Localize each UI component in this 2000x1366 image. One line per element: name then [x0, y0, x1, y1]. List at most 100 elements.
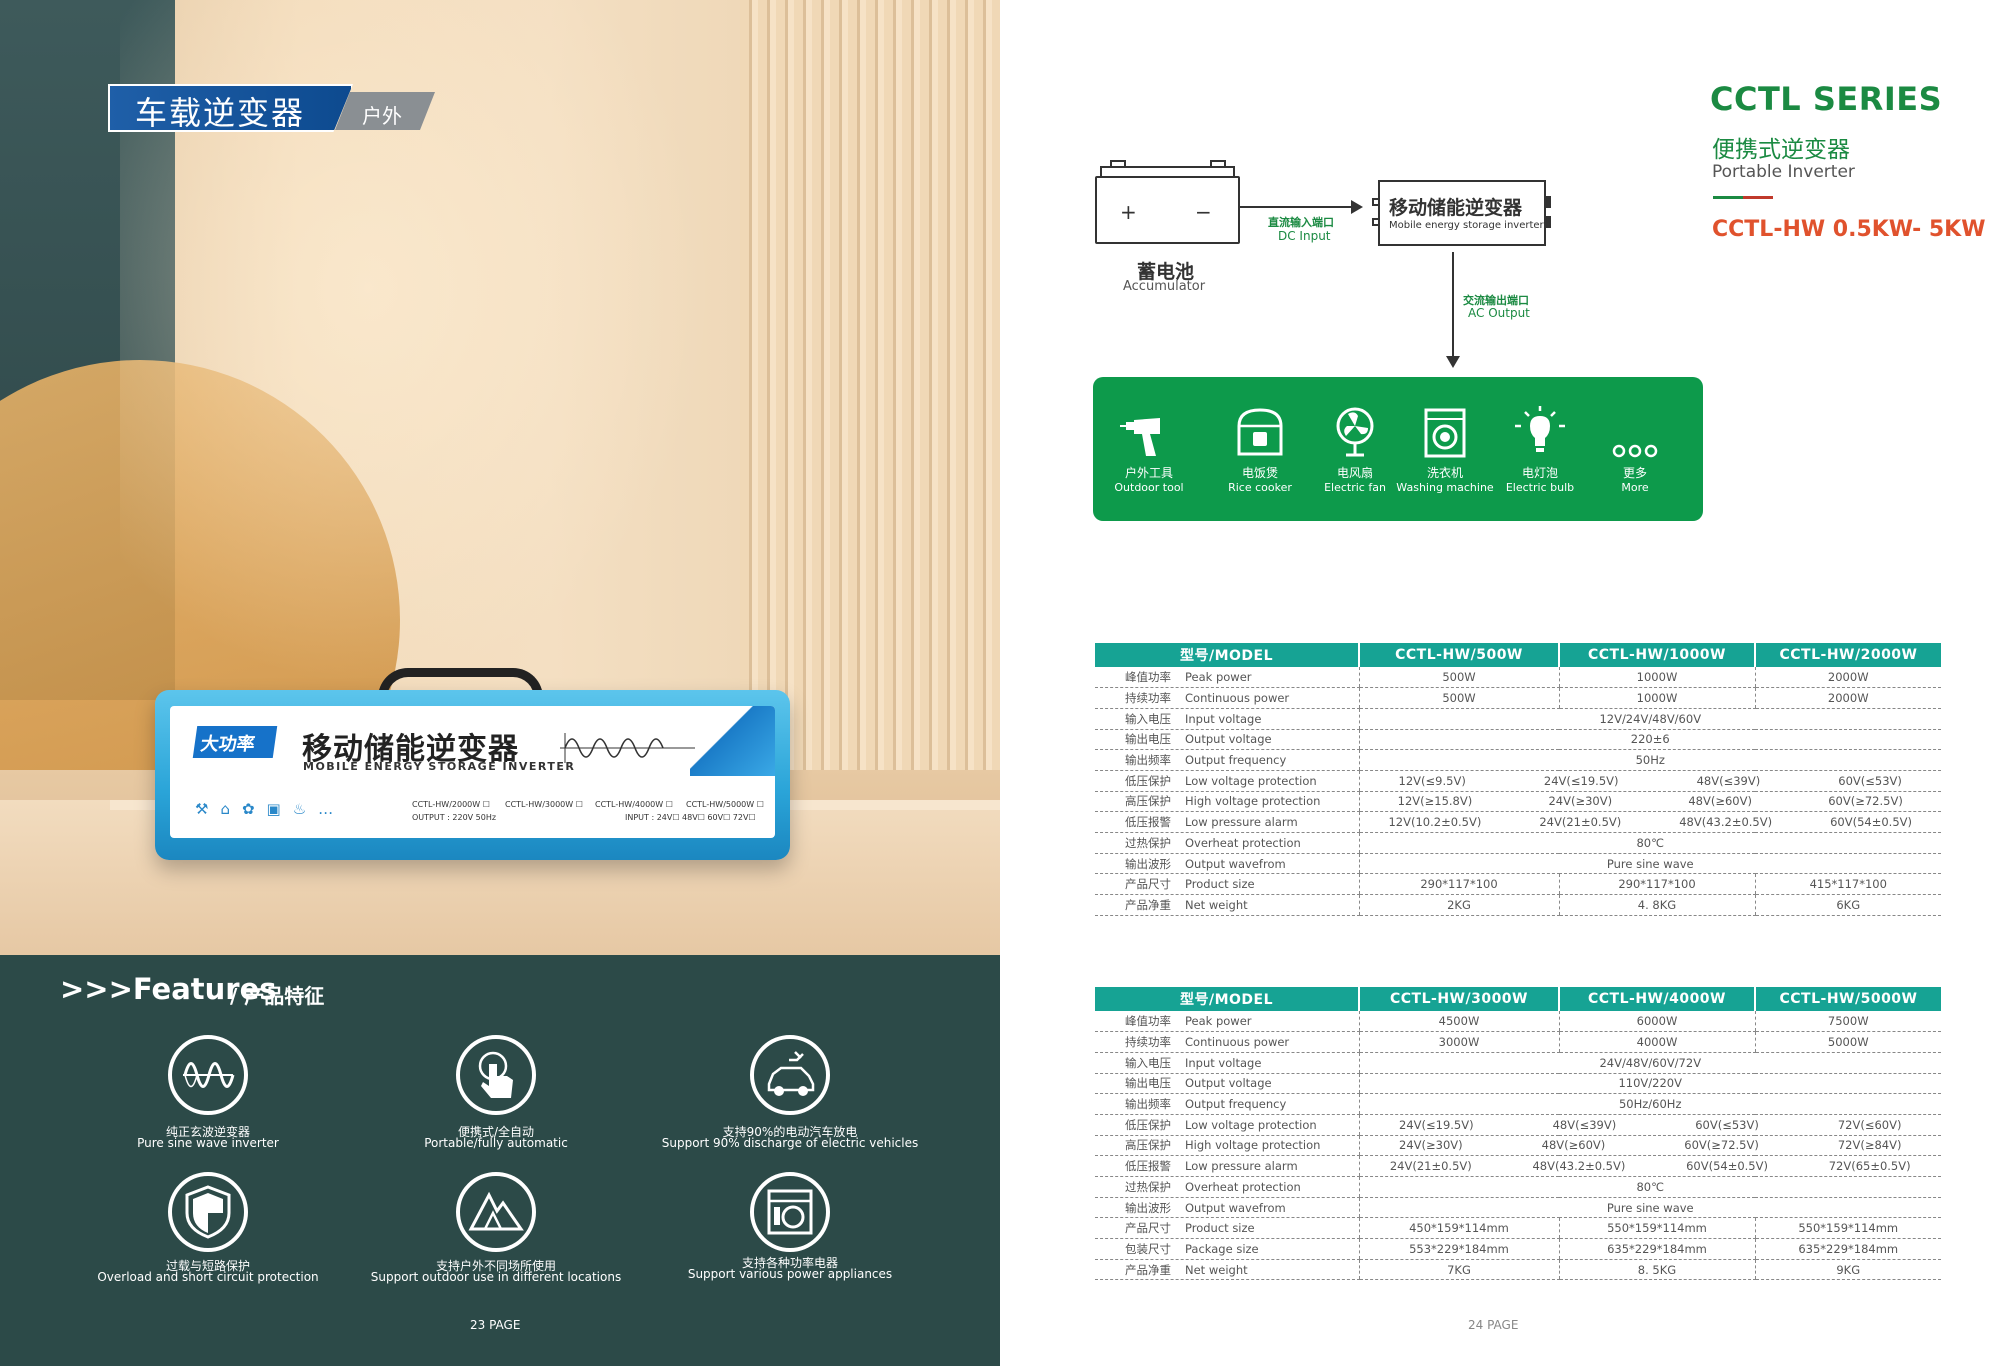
model-range: CCTL-HW 0.5KW- 5KW: [1712, 217, 1986, 242]
battery-icon: [1095, 176, 1240, 244]
table-cell: 24V(≥30V) 48V(≥60V) 60V(≥72.5V) 72V(≥84V): [1358, 1135, 1941, 1157]
product-model-4000: CCTL-HW/4000W ☐: [595, 800, 673, 809]
table-row: 低压报警 Low pressure alarm 12V(10.2±0.5V) 24V(…: [1095, 811, 1941, 833]
cell-value: 24V(≤19.5V): [1399, 1117, 1474, 1132]
feature-1-en: Pure sine wave inverter: [137, 1136, 279, 1150]
header-3000w: CCTL-HW/3000W: [1359, 987, 1560, 1011]
table-cell: 5000W: [1754, 1031, 1941, 1053]
washing-machine-icon: [1424, 408, 1466, 458]
table-cell: 290*117*100: [1358, 873, 1559, 896]
table-cell: 450*159*114mm: [1358, 1217, 1559, 1240]
row-label-en: High voltage protection: [1185, 1138, 1321, 1153]
cell-value: 72V(≤60V): [1837, 1117, 1902, 1132]
inverter-label-cn: 移动储能逆变器: [1389, 197, 1523, 219]
table-cell: 50Hz: [1358, 749, 1941, 771]
cell-value: 24V(≤19.5V): [1543, 773, 1619, 788]
table-row: 高压保护 High voltage protection 12V(≥15.8V) 24…: [1095, 791, 1941, 813]
battery-plus: +: [1120, 200, 1137, 224]
table-cell: 500W: [1358, 667, 1559, 689]
app-washing-machine-en: Washing machine: [1396, 481, 1494, 494]
table-cell: 12V(≥15.8V) 24V(≥30V) 48V(≥60V) 60V(≥72.5V): [1358, 791, 1941, 813]
row-label-cn: 产品净重: [1125, 1262, 1171, 1277]
mountain-icon: [456, 1172, 536, 1252]
header-model: 型号/MODEL: [1095, 987, 1360, 1011]
table-row: 高压保护 High voltage protection 24V(≥30V) 48V(…: [1095, 1135, 1941, 1157]
appliance-icon: [750, 1172, 830, 1252]
table-header: 型号/MODEL CCTL-HW/500W CCTL-HW/1000W CCTL…: [1095, 643, 1941, 667]
row-label-cn: 低压保护: [1125, 773, 1171, 788]
table-cell: Pure sine wave: [1358, 853, 1941, 875]
battery-minus: −: [1195, 200, 1212, 224]
table-cell: 80℃: [1358, 1176, 1941, 1198]
row-label-en: Peak power: [1185, 1014, 1252, 1029]
table-cell: 7KG: [1358, 1259, 1559, 1281]
row-label-en: Overheat protection: [1185, 835, 1301, 850]
table-row: 产品净重 Net weight 7KG 8. 5KG 9KG: [1095, 1259, 1941, 1281]
table-row: 输出波形 Output wavefrom Pure sine wave: [1095, 853, 1941, 875]
table-row: 输入电压 Input voltage 24V/48V/60V/72V: [1095, 1052, 1941, 1074]
row-label-en: Net weight: [1185, 1262, 1248, 1277]
row-label-en: Input voltage: [1185, 1055, 1262, 1070]
table-cell: 553*229*184mm: [1358, 1238, 1559, 1260]
row-label-en: Low pressure alarm: [1185, 1159, 1298, 1174]
accent-line-red: [1743, 196, 1773, 199]
spec-table-2: 型号/MODEL CCTL-HW/3000W CCTL-HW/4000W CCT…: [1095, 987, 1941, 1281]
app-rice-cooker-cn: 电饭煲: [1241, 466, 1278, 480]
table-row: 峰值功率 Peak power 500W 1000W 2000W: [1095, 667, 1941, 689]
table-row: 产品尺寸 Product size 290*117*100 290*117*100 41…: [1095, 873, 1941, 896]
table-cell: 7500W: [1754, 1011, 1941, 1033]
dc-arrow-head: [1351, 200, 1363, 214]
table-cell: 110V/220V: [1358, 1073, 1941, 1095]
row-label-cn: 低压保护: [1125, 1117, 1171, 1132]
row-label-cn: 持续功率: [1125, 1035, 1171, 1050]
table-cell: 1000W: [1558, 667, 1755, 689]
table-row: 输入电压 Input voltage 12V/24V/48V/60V: [1095, 708, 1941, 730]
cell-value: 24V(≥30V): [1548, 794, 1613, 809]
header-1000w: CCTL-HW/1000W: [1559, 643, 1756, 667]
series-subtitle-en: Portable Inverter: [1712, 162, 1855, 182]
row-label-en: Continuous power: [1185, 691, 1290, 706]
drill-icon: [1120, 418, 1160, 456]
app-more-en: More: [1621, 481, 1649, 494]
ac-arrow-head: [1446, 356, 1460, 368]
app-more-cn: 更多: [1622, 466, 1647, 480]
table-cell: 500W: [1358, 687, 1559, 709]
cell-value: 60V(≥72.5V): [1828, 794, 1903, 809]
row-label-en: Output wavefrom: [1185, 1200, 1286, 1215]
row-label-en: Overheat protection: [1185, 1179, 1301, 1194]
more-icon: [1612, 444, 1658, 458]
cell-value: 12V(≥15.8V): [1397, 794, 1473, 809]
row-label-en: Product size: [1185, 1221, 1255, 1236]
shield-icon: [168, 1172, 248, 1252]
app-electric-bulb-en: Electric bulb: [1505, 481, 1575, 494]
row-label-en: Output voltage: [1185, 1076, 1272, 1091]
row-label-en: Input voltage: [1185, 711, 1262, 726]
cell-value: 60V(≥72.5V): [1684, 1138, 1759, 1153]
product-model-3000: CCTL-HW/3000W ☐: [505, 800, 583, 809]
table-header: 型号/MODEL CCTL-HW/3000W CCTL-HW/4000W CCT…: [1095, 987, 1941, 1011]
cell-value: 24V(21±0.5V): [1389, 1159, 1472, 1174]
table-row: 峰值功率 Peak power 4500W 6000W 7500W: [1095, 1011, 1941, 1033]
app-washing-machine: 洗衣机 Washing machine: [1390, 404, 1500, 495]
product-subtitle: MOBILE ENERGY STORAGE INVERTER: [303, 760, 576, 773]
header-5000w: CCTL-HW/5000W: [1755, 987, 1941, 1011]
table-cell: 2000W: [1754, 687, 1941, 709]
header-model: 型号/MODEL: [1095, 643, 1360, 667]
row-label-cn: 产品尺寸: [1125, 877, 1171, 892]
header-4000w: CCTL-HW/4000W: [1559, 987, 1756, 1011]
table-cell: Pure sine wave: [1358, 1197, 1941, 1219]
inverter-port: [1545, 196, 1551, 208]
table-cell: 80℃: [1358, 832, 1941, 854]
row-label-en: Output frequency: [1185, 1097, 1287, 1112]
inverter-port: [1372, 218, 1380, 226]
row-label-cn: 高压保护: [1125, 794, 1171, 809]
table-cell: 24V(21±0.5V) 48V(43.2±0.5V) 60V(54±0.5V) 72…: [1358, 1155, 1941, 1177]
table-cell: 1000W: [1558, 687, 1755, 709]
table-cell: 4000W: [1558, 1031, 1755, 1053]
sine-wave-graphic: [560, 733, 695, 763]
row-label-en: Product size: [1185, 877, 1255, 892]
cell-value: 72V(≥84V): [1837, 1138, 1902, 1153]
table-cell: 24V/48V/60V/72V: [1358, 1052, 1941, 1074]
product-corner-graphic: [690, 706, 775, 776]
row-label-en: Low voltage protection: [1185, 1117, 1317, 1132]
